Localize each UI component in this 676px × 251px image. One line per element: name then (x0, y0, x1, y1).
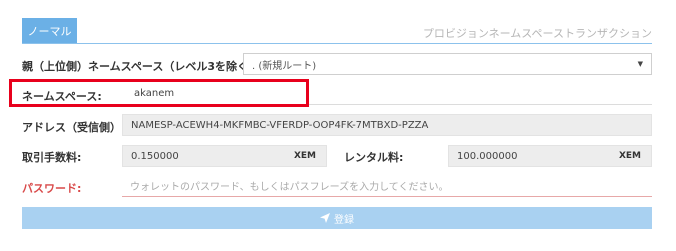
parent-namespace-label: 親（上位側）ネームスペース（レベル3を除く）: (22, 60, 264, 73)
submit-button[interactable]: 登録 (22, 207, 652, 229)
password-placeholder: ウォレットのパスワード、もしくはパスフレーズを入力してください。 (130, 182, 449, 193)
fee-unit: XEM (293, 151, 316, 161)
tab-underline (22, 43, 652, 44)
parent-namespace-selected: . (新規ルート) (252, 60, 317, 72)
fee-value: 0.150000 (131, 150, 179, 162)
rental-field: 100.000000 XEM (448, 145, 652, 167)
submit-label: 登録 (334, 214, 354, 226)
parent-namespace-select[interactable]: . (新規ルート) ▼ (243, 53, 652, 75)
highlight-box (9, 79, 309, 107)
address-value: NAMESP-ACEWH4-MKFMBC-VFERDP-OOP4FK-7MTBX… (131, 119, 429, 131)
chevron-down-icon: ▼ (637, 60, 643, 68)
fee-label: 取引手数料: (22, 151, 82, 164)
tab-normal[interactable]: ノーマル (22, 18, 77, 44)
address-field: NAMESP-ACEWH4-MKFMBC-VFERDP-OOP4FK-7MTBX… (122, 114, 652, 136)
address-label: アドレス（受信側）: (22, 121, 126, 134)
tab-normal-label: ノーマル (27, 25, 72, 38)
send-icon (320, 213, 330, 223)
password-label: パスワード: (22, 182, 82, 195)
fee-field: 0.150000 XEM (122, 145, 327, 167)
rental-label: レンタル料: (344, 151, 404, 164)
rental-unit: XEM (618, 151, 641, 161)
password-input[interactable]: ウォレットのパスワード、もしくはパスフレーズを入力してください。 (122, 175, 652, 197)
page-title: プロビジョンネームスペーストランザクション (422, 27, 652, 40)
rental-value: 100.000000 (457, 150, 518, 162)
